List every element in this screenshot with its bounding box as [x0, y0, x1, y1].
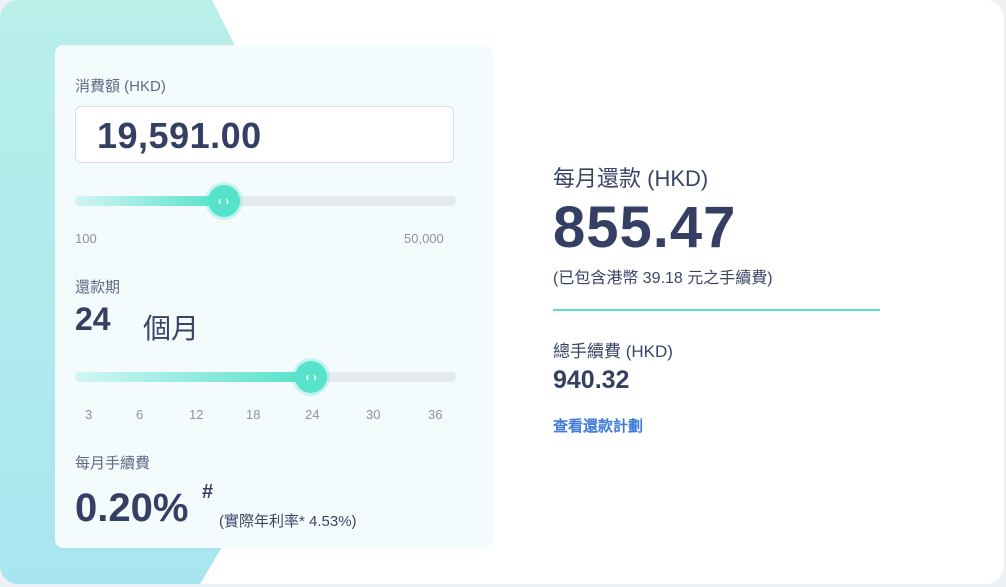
term-tick: 24 — [305, 407, 320, 422]
term-unit: 個月 — [143, 313, 200, 344]
amount-slider[interactable]: ‹ › — [75, 185, 456, 217]
input-card: 消費額 (HKD) 19,591.00 ‹ › 100 50,000 還款期 2… — [55, 45, 493, 548]
monthly-repayment-value: 855.47 — [553, 195, 737, 260]
term-tick: 12 — [189, 407, 204, 422]
term-tick: 3 — [85, 407, 93, 422]
term-tick: 30 — [366, 407, 381, 422]
amount-max-label: 50,000 — [404, 231, 444, 246]
term-tick: 18 — [246, 407, 261, 422]
monthly-fee-rate: 0.20% — [75, 486, 189, 530]
term-tick: 36 — [428, 407, 443, 422]
view-repayment-plan-link[interactable]: 查看還款計劃 — [553, 415, 643, 436]
amount-slider-thumb[interactable]: ‹ › — [207, 185, 240, 217]
monthly-fee-label: 每月手續費 — [75, 455, 151, 472]
amount-label: 消費額 (HKD) — [75, 78, 166, 95]
monthly-repayment-label: 每月還款 (HKD) — [553, 166, 709, 191]
footnote-mark: # — [202, 481, 214, 503]
apr-note: (實際年利率* 4.53%) — [219, 513, 357, 530]
term-slider-thumb[interactable]: ‹ › — [295, 361, 328, 393]
total-fee-label: 總手續費 (HKD) — [553, 342, 673, 361]
calculator-panel: 消費額 (HKD) 19,591.00 ‹ › 100 50,000 還款期 2… — [0, 0, 1004, 584]
term-slider-fill — [75, 372, 312, 382]
term-tick: 6 — [136, 407, 144, 422]
term-slider[interactable]: ‹ › — [75, 361, 456, 393]
amount-min-label: 100 — [75, 231, 97, 246]
amount-slider-fill — [75, 196, 224, 206]
divider — [553, 309, 880, 311]
total-fee-value: 940.32 — [553, 366, 630, 394]
amount-input[interactable]: 19,591.00 — [75, 106, 454, 163]
monthly-repayment-note: (已包含港幣 39.18 元之手續費) — [553, 270, 773, 287]
term-value: 24 — [75, 301, 111, 337]
term-label: 還款期 — [75, 279, 121, 296]
